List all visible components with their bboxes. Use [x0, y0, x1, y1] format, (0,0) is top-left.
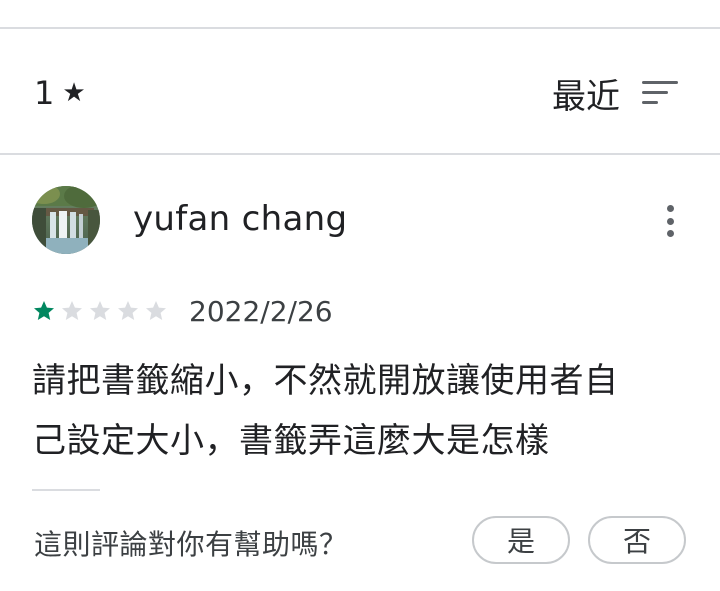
review-filter-bar: 1 ★ 最近 — [0, 29, 720, 155]
more-options-button[interactable] — [654, 201, 686, 241]
reviewer-name: yufan chang — [133, 199, 348, 239]
review-date: 2022/2/26 — [189, 294, 333, 328]
waterfall-avatar-image — [32, 186, 100, 254]
sort-control[interactable]: 最近 — [552, 69, 680, 117]
star-filled-icon — [34, 301, 54, 320]
star-empty-icon — [146, 301, 166, 320]
review-text-line-2: 己設定大小，書籤弄這麼大是怎樣 — [32, 421, 550, 461]
star-rating-filter[interactable]: 1 ★ — [34, 73, 86, 113]
helpful-prompt: 這則評論對你有幫助嗎？ — [34, 528, 348, 561]
star-empty-icon — [118, 301, 138, 320]
star-empty-icon — [90, 301, 110, 320]
rating-filter-value: 1 — [34, 74, 55, 112]
more-vert-icon-dot — [666, 230, 674, 237]
avatar[interactable] — [32, 186, 100, 254]
helpful-yes-button[interactable]: 是 — [472, 516, 570, 564]
sort-label: 最近 — [552, 76, 620, 117]
review-text: 請把書籤縮小，不然就開放讓使用者自 己設定大小，書籤弄這麼大是怎樣 — [32, 351, 692, 471]
helpful-no-button[interactable]: 否 — [588, 516, 686, 564]
top-header-strip — [0, 0, 720, 29]
star-empty-icon — [62, 301, 82, 320]
star-icon: ★ — [62, 78, 86, 108]
review-star-rating: 2022/2/26 — [32, 293, 333, 329]
reviews-page: 1 ★ 最近 yufan chang 2022/2/26 請把書籤縮小，不然就開… — [0, 0, 720, 591]
more-vert-icon — [666, 205, 674, 212]
sort-icon — [642, 81, 678, 104]
review-text-line-1: 請把書籤縮小，不然就開放讓使用者自 — [32, 361, 619, 401]
review-card: yufan chang 2022/2/26 請把書籤縮小，不然就開放讓使用者自 … — [0, 155, 720, 591]
divider — [32, 489, 100, 491]
more-vert-icon-dot — [666, 217, 674, 225]
